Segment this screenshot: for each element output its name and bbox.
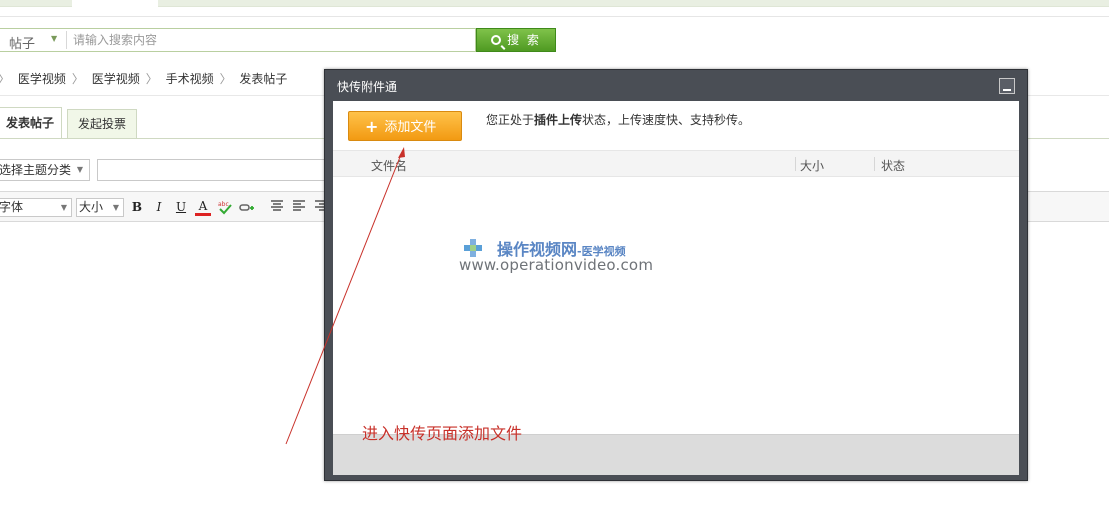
top-strip: [0, 0, 1109, 7]
chevron-down-icon[interactable]: ▼: [51, 34, 57, 43]
breadcrumb-item[interactable]: 医学视频: [18, 72, 66, 86]
font-size-label: 大小: [79, 200, 104, 214]
breadcrumb-item[interactable]: 医学视频: [92, 72, 140, 86]
breadcrumb-separator: 〉: [145, 72, 158, 86]
dialog-title: 快传附件通: [337, 80, 398, 94]
breadcrumb-item[interactable]: 手术视频: [166, 72, 214, 86]
upload-status-text: 您正处于插件上传状态，上传速度快、支持秒传。: [486, 111, 750, 128]
file-list-header: 文件名 大小 状态: [333, 150, 1019, 177]
breadcrumb-separator: 〉: [219, 72, 232, 86]
italic-button[interactable]: I: [151, 199, 167, 216]
underline-button[interactable]: U: [173, 199, 189, 216]
column-separator: [874, 157, 875, 171]
breadcrumb-separator: 〉: [0, 72, 10, 86]
search-button[interactable]: 搜 索: [476, 28, 556, 52]
font-size-select[interactable]: 大小 ▼: [76, 198, 124, 217]
font-color-button[interactable]: A: [195, 199, 211, 216]
minimize-button[interactable]: [999, 78, 1015, 94]
top-divider: [0, 16, 1109, 17]
search-icon: [491, 35, 502, 45]
breadcrumb: 〉 医学视频〉 医学视频〉 手术视频〉 发表帖子: [0, 70, 291, 87]
category-select-label: 选择主题分类: [0, 163, 72, 177]
add-file-label: 添加文件: [384, 120, 437, 135]
search-divider: [66, 31, 67, 49]
plus-icon: +: [365, 117, 379, 136]
tab-vote[interactable]: 发起投票: [67, 109, 137, 138]
tab-post[interactable]: 发表帖子: [0, 107, 62, 139]
chevron-down-icon: ▼: [112, 203, 119, 212]
search-button-label: 搜 索: [507, 33, 541, 47]
watermark-url: www.operationvideo.com: [459, 256, 654, 274]
column-header-name: 文件名: [371, 159, 408, 173]
search-type-select[interactable]: 帖子: [9, 33, 35, 52]
column-separator: [795, 157, 796, 171]
dialog-body: + 添加文件 您正处于插件上传状态，上传速度快、支持秒传。 文件名 大小 状态: [333, 101, 1019, 475]
font-family-select[interactable]: 字体 ▼: [0, 198, 72, 217]
chevron-down-icon: ▼: [76, 165, 83, 174]
status-mode: 插件上传: [534, 113, 583, 127]
top-nav-active-tab[interactable]: [72, 0, 158, 7]
status-prefix: 您正处于: [486, 113, 535, 127]
status-suffix: 状态，上传速度快、支持秒传。: [582, 113, 751, 127]
link-icon[interactable]: [239, 199, 255, 216]
bold-button[interactable]: B: [129, 199, 145, 216]
breadcrumb-current: 发表帖子: [239, 72, 288, 86]
breadcrumb-separator: 〉: [71, 72, 84, 86]
column-header-status: 状态: [881, 159, 906, 173]
column-header-size: 大小: [800, 159, 825, 173]
add-file-button[interactable]: + 添加文件: [348, 111, 462, 141]
search-input[interactable]: [73, 31, 471, 49]
spellcheck-icon[interactable]: abc: [217, 199, 233, 216]
subject-input[interactable]: [97, 159, 337, 181]
search-box: 帖子 ▼: [0, 28, 476, 52]
watermark-cross-icon: [464, 239, 482, 257]
align-center-icon[interactable]: [269, 199, 285, 216]
annotation-text: 进入快传页面添加文件: [362, 424, 523, 443]
category-select[interactable]: 选择主题分类 ▼: [0, 159, 90, 181]
chevron-down-icon: ▼: [60, 203, 67, 212]
align-left-icon[interactable]: [291, 199, 307, 216]
font-family-label: 字体: [0, 200, 24, 214]
svg-text:abc: abc: [218, 201, 229, 208]
